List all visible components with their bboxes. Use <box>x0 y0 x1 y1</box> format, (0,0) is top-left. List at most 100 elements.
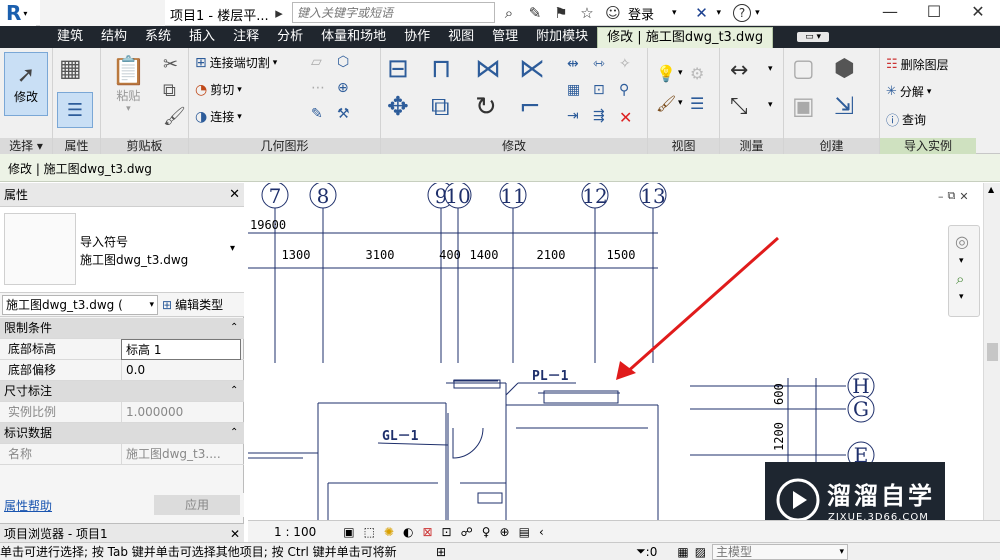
mirror-draw-icon[interactable]: ⋉ <box>519 54 545 84</box>
linework-icon[interactable]: ☰ <box>690 94 704 113</box>
query-button[interactable]: ⓘ 查询 <box>886 110 926 129</box>
apply-button[interactable]: 应用 <box>154 495 240 515</box>
restore-view-button[interactable]: ⧉ <box>948 189 956 203</box>
analytical-model-icon[interactable]: ▤ <box>519 525 530 539</box>
tab-structure[interactable]: 结构 <box>92 26 136 48</box>
property-value[interactable]: 标高 1 <box>121 339 241 360</box>
demolish-icon[interactable]: ⚒ <box>337 106 350 122</box>
create-parts-icon[interactable]: ⬢ <box>834 54 855 82</box>
vertical-scrollbar[interactable]: ▲ <box>983 183 1000 520</box>
tab-collaborate[interactable]: 协作 <box>395 26 439 48</box>
tab-annotate[interactable]: 注释 <box>224 26 268 48</box>
chevron-right-icon[interactable]: ▸ <box>268 2 290 24</box>
chevron-down-icon[interactable]: ▾ <box>717 8 722 18</box>
edit-type-button[interactable]: ⊞ 编辑类型 <box>162 296 223 313</box>
explode-button[interactable]: ✳ 分解 ▾ <box>886 83 931 100</box>
tab-manage[interactable]: 管理 <box>483 26 527 48</box>
chevron-down-icon[interactable]: ▾ <box>768 64 773 74</box>
property-value[interactable]: 0.0 <box>121 360 241 381</box>
tab-architecture[interactable]: 建筑 <box>48 26 92 48</box>
close-icon[interactable]: ✕ <box>230 527 240 541</box>
communication-icon[interactable]: ⚑ <box>550 2 572 24</box>
view-scale[interactable]: 1 : 100 <box>274 525 316 539</box>
type-properties-button[interactable]: ▦ <box>59 54 82 82</box>
properties-palette-button[interactable]: ☰ <box>57 92 93 128</box>
maximize-button[interactable]: ☐ <box>912 2 956 21</box>
instance-filter-select[interactable]: 施工图dwg_t3.dwg (▾ <box>2 294 158 315</box>
split-face-icon[interactable]: ▱ <box>311 54 322 70</box>
paste-button[interactable]: 📋 粘贴 ▾ <box>111 54 146 114</box>
tab-view[interactable]: 视图 <box>439 26 483 48</box>
cut-geometry-button[interactable]: ◔ 剪切 ▾ <box>195 81 242 98</box>
editable-only-icon[interactable]: ▨ <box>695 545 706 559</box>
lock-3d-icon[interactable]: ⊕ <box>500 525 510 539</box>
chevron-down-icon[interactable]: ▾ <box>959 292 964 302</box>
tab-modify-context[interactable]: 修改 | 施工图dwg_t3.dwg <box>597 26 774 48</box>
properties-help-link[interactable]: 属性帮助 <box>4 497 52 514</box>
detail-level-icon[interactable]: ▣ <box>343 525 354 539</box>
trim-icon[interactable]: ⌐ <box>519 92 541 122</box>
search-input[interactable]: 键入关键字或短语 <box>292 2 495 23</box>
create-similar-icon[interactable]: ⇲ <box>834 92 854 120</box>
tab-massing-site[interactable]: 体量和场地 <box>312 26 395 48</box>
copy-element-icon[interactable]: ⧉ <box>431 92 450 123</box>
paint-icon[interactable]: ✎ <box>311 106 323 122</box>
help-icon[interactable]: ? <box>733 4 752 22</box>
array-icon[interactable]: ▦ <box>567 82 580 98</box>
split-element-icon[interactable]: ⇹ <box>567 56 579 72</box>
close-button[interactable]: ✕ <box>956 2 1000 21</box>
modify-button[interactable]: ➚ 修改 <box>4 52 48 116</box>
worksets-icon[interactable]: ⊞ <box>436 545 446 559</box>
close-view-button[interactable]: ✕ <box>959 190 968 203</box>
create-assembly-icon[interactable]: ▢ <box>792 54 815 82</box>
tab-addins[interactable]: 附加模块 <box>527 26 597 48</box>
delete-layers-button[interactable]: ☷ 删除图层 <box>886 56 949 73</box>
design-options-icon[interactable]: ▦ <box>677 545 688 559</box>
tab-systems[interactable]: 系统 <box>136 26 180 48</box>
shadows-icon[interactable]: ◐ <box>403 525 413 539</box>
scroll-thumb[interactable] <box>987 343 998 361</box>
reveal-hidden-icon[interactable]: ♀ <box>482 525 491 539</box>
show-crop-icon[interactable]: ⊡ <box>442 525 452 539</box>
zoom-region-icon[interactable]: ⌕ <box>956 270 964 288</box>
crop-view-icon[interactable]: ⊠ <box>422 525 432 539</box>
user-icon[interactable]: ☺ <box>602 2 624 24</box>
delete-icon[interactable]: ✕ <box>619 108 632 127</box>
move-icon[interactable]: ✥ <box>387 92 409 122</box>
steering-wheel-icon[interactable]: ◎ <box>955 232 969 251</box>
tab-insert[interactable]: 插入 <box>180 26 224 48</box>
override-brush-icon[interactable]: 🖌 <box>656 94 676 113</box>
unpin-icon[interactable]: ✧ <box>619 56 631 72</box>
offset-icon[interactable]: ⊓ <box>431 54 451 84</box>
hide-element-icon[interactable]: 💡 <box>656 64 676 83</box>
chevron-down-icon[interactable]: ▾ <box>672 8 677 18</box>
property-section-header[interactable]: 标识数据 ⌃ <box>0 423 244 444</box>
dimension-icon[interactable]: ⤡ <box>730 94 748 119</box>
subscription-icon[interactable]: ✎ <box>524 2 546 24</box>
scale-icon[interactable]: ⊡ <box>593 82 605 98</box>
join-roof-icon[interactable]: ⬡ <box>337 54 349 70</box>
sun-path-icon[interactable]: ✺ <box>384 525 394 539</box>
filter-icon[interactable]: ⏷ <box>636 544 646 559</box>
panel-select-label[interactable]: 选择 ▾ <box>0 138 52 154</box>
minimize-button[interactable]: — <box>868 2 912 21</box>
tab-analyze[interactable]: 分析 <box>268 26 312 48</box>
close-icon[interactable]: ✕ <box>229 187 240 202</box>
property-section-header[interactable]: 尺寸标注 ⌃ <box>0 381 244 402</box>
override-graphics-icon[interactable]: ⚙ <box>690 64 704 83</box>
scroll-left-icon[interactable]: ‹ <box>539 525 544 539</box>
property-section-header[interactable]: 限制条件 ⌃ <box>0 318 244 339</box>
minimize-view-button[interactable]: – <box>938 190 944 203</box>
cope-button[interactable]: ⊞ 连接端切割 ▾ <box>195 54 277 71</box>
type-selector[interactable]: 导入符号 施工图dwg_t3.dwg ▾ <box>0 207 244 293</box>
model-selector[interactable]: 主模型 ▾ <box>712 543 849 560</box>
match-properties-icon[interactable]: 🖌 <box>163 106 186 127</box>
exchange-x-icon[interactable]: ✕ <box>691 2 713 24</box>
scroll-up-icon[interactable]: ▲ <box>988 185 994 194</box>
temp-hide-icon[interactable]: ☍ <box>461 525 473 539</box>
trim-extend-multi-icon[interactable]: ⇶ <box>593 108 605 124</box>
wall-join-icon[interactable]: ⊕ <box>337 80 349 96</box>
chevron-down-icon[interactable]: ▾ <box>959 256 964 266</box>
chevron-down-icon[interactable]: ▾ <box>678 68 683 78</box>
copy-icon[interactable]: ⧉ <box>163 80 176 101</box>
